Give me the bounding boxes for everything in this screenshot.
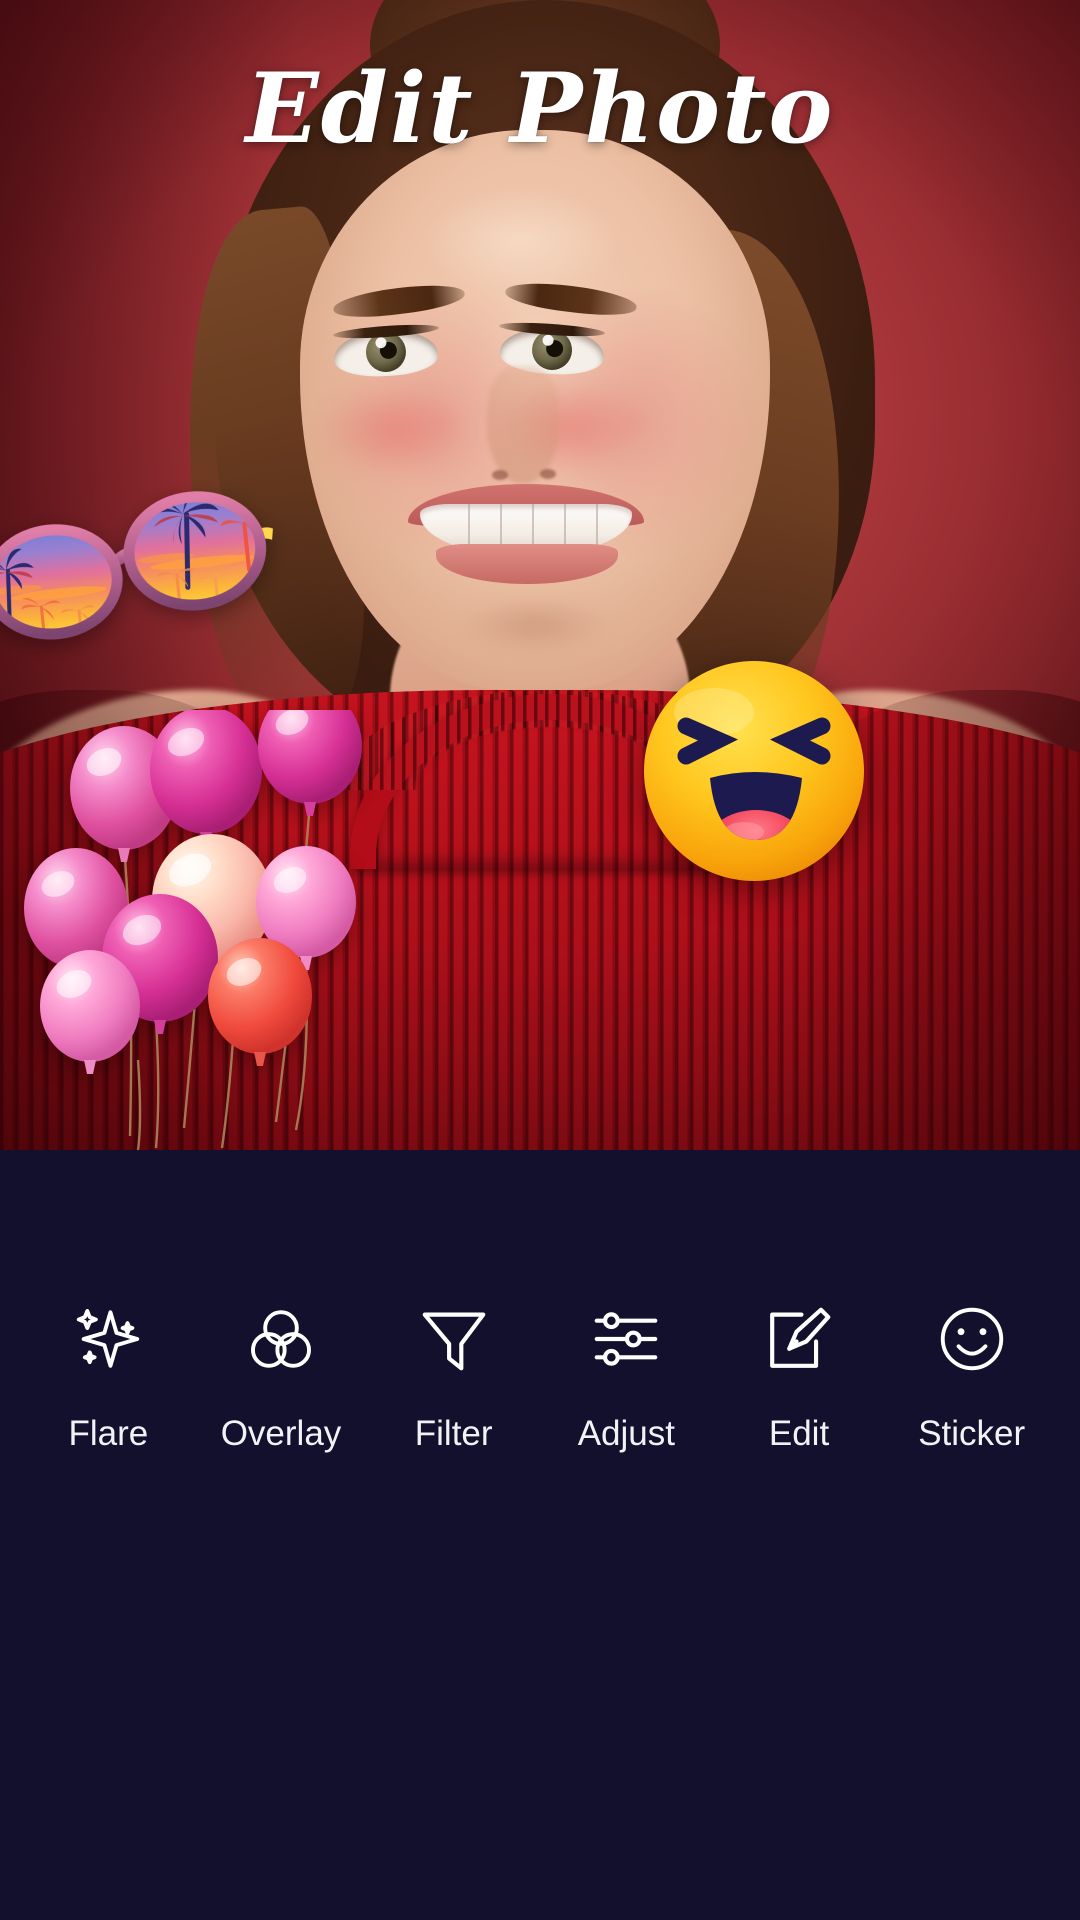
tool-label-edit: Edit (768, 1414, 830, 1453)
tool-label-filter: Filter (414, 1414, 493, 1453)
sunglasses-sticker[interactable] (0, 463, 286, 668)
tool-filter[interactable]: Filter (367, 1300, 540, 1451)
tool-adjust[interactable]: Adjust (540, 1300, 713, 1451)
tool-edit[interactable]: Edit (713, 1300, 886, 1451)
pencil-square-icon (760, 1300, 838, 1378)
tool-label-sticker: Sticker (918, 1414, 1026, 1453)
sparkle-icon (69, 1300, 147, 1378)
tool-overlay[interactable]: Overlay (195, 1300, 368, 1451)
toolbar-items: Flare Overlay Filter Adjust Edit Sticker (0, 1300, 1080, 1451)
tool-label-flare: Flare (68, 1414, 149, 1453)
three-circles-icon (242, 1300, 320, 1378)
tool-label-adjust: Adjust (577, 1414, 675, 1453)
tool-label-overlay: Overlay (220, 1414, 342, 1453)
tool-sticker[interactable]: Sticker (885, 1300, 1058, 1451)
funnel-icon (415, 1300, 493, 1378)
photo-canvas[interactable] (0, 0, 1080, 1150)
balloons-sticker[interactable] (20, 688, 410, 1150)
tool-flare[interactable]: Flare (22, 1300, 195, 1451)
photo-editor-screen: Edit Photo Flare Overlay Filter Adjust E… (0, 0, 1080, 1920)
bottom-toolbar: Flare Overlay Filter Adjust Edit Sticker (0, 1150, 1080, 1920)
smiley-face-icon (933, 1300, 1011, 1378)
sliders-icon (587, 1300, 665, 1378)
page-title: Edit Photo (245, 52, 835, 165)
emoji-sticker[interactable] (640, 660, 868, 882)
